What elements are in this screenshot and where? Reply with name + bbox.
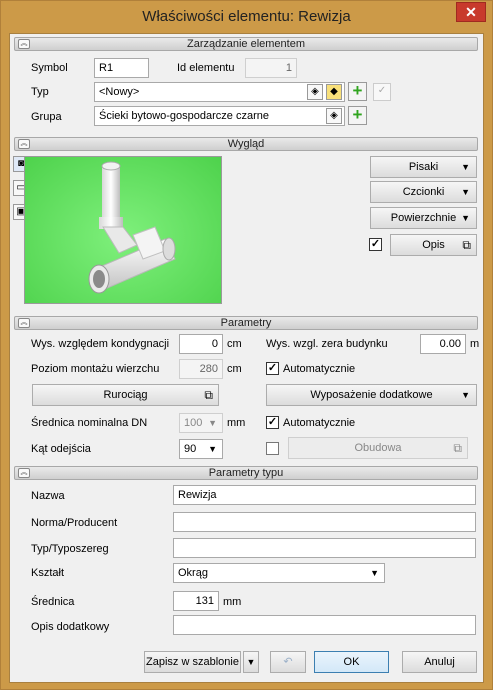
dialog-client: ︽ Zarządzanie elementem Symbol R1 Id elem… — [9, 33, 484, 683]
open-dialog-icon: ⧉ — [204, 388, 213, 402]
dropdown-arrow-icon: ▼ — [208, 418, 217, 428]
typoszereg-input[interactable] — [173, 538, 476, 558]
zapisz-button[interactable]: Zapisz w szablonie — [144, 651, 241, 673]
wys-zera-input[interactable]: 0.00 — [420, 334, 466, 354]
dropdown-arrow-icon: ▼ — [461, 390, 470, 400]
ok-button[interactable]: OK — [314, 651, 389, 673]
wys-kond-input[interactable]: 0 — [179, 334, 223, 354]
poziom-label: Poziom montażu wierzchu — [31, 363, 160, 375]
chevron-up-icon: ︽ — [18, 318, 30, 328]
auto1-checkbox[interactable]: ✓ — [266, 362, 279, 375]
auto2-label: Automatycznie — [283, 417, 356, 429]
norma-label: Norma/Producent — [31, 517, 118, 529]
nazwa-input[interactable]: Rewizja — [173, 485, 476, 505]
section-appearance-header[interactable]: ︽ Wygląd — [14, 137, 478, 151]
srednica-unit: mm — [223, 596, 242, 608]
kat-label: Kąt odejścia — [31, 443, 91, 455]
ksztalt-label: Kształt — [31, 567, 65, 579]
typ-label: Typ — [31, 86, 49, 98]
wys-zera-unit: m — [470, 338, 480, 350]
wys-kond-label: Wys. względem kondygnacji — [31, 338, 170, 350]
wys-zera-label: Wys. wzgl. zera budynku — [266, 338, 388, 350]
open-dialog-icon: ⧉ — [462, 238, 471, 252]
undo-icon: ↶ — [283, 656, 293, 668]
color-icon[interactable]: ◈ — [307, 84, 323, 100]
open-dialog-icon: ⧉ — [453, 441, 462, 455]
norma-input[interactable] — [173, 512, 476, 532]
srednica-dn-select: 100 ▼ — [179, 413, 223, 433]
poziom-input: 280 — [179, 359, 223, 379]
dropdown-arrow-icon: ▼ — [370, 568, 379, 578]
obudowa-button: Obudowa ⧉ — [288, 437, 468, 459]
chevron-up-icon: ︽ — [18, 468, 30, 478]
nazwa-label: Nazwa — [31, 490, 65, 502]
srednica-label: Średnica — [31, 596, 75, 608]
opis-dod-input[interactable] — [173, 615, 476, 635]
srednica-dn-unit: mm — [227, 417, 246, 429]
symbol-input[interactable]: R1 — [94, 58, 149, 78]
symbol-label: Symbol — [31, 62, 68, 74]
undo-button: ↶ — [270, 651, 306, 673]
pipe-preview-image — [24, 156, 222, 304]
typoszereg-label: Typ/Typoszereg — [31, 543, 109, 555]
opis-dod-label: Opis dodatkowy — [31, 621, 110, 633]
dropdown-arrow-icon: ▼ — [461, 162, 470, 172]
close-icon: ✕ — [465, 4, 477, 20]
opis-button[interactable]: Opis ⧉ — [390, 234, 477, 256]
id-input: 1 — [245, 58, 297, 78]
grupa-label: Grupa — [31, 111, 62, 123]
dropdown-arrow-icon: ▼ — [461, 213, 470, 223]
opis-checkbox[interactable]: ✓ — [369, 238, 382, 251]
powierzchnie-button[interactable]: Powierzchnie ▼ — [370, 207, 477, 229]
rurociag-button[interactable]: Rurociąg ⧉ — [32, 384, 219, 406]
check-icon: ✓ — [373, 83, 391, 101]
pisaki-button[interactable]: Pisaki ▼ — [370, 156, 477, 178]
srednica-dn-label: Średnica nominalna DN — [31, 417, 148, 429]
anuluj-button[interactable]: Anuluj — [402, 651, 477, 673]
close-button[interactable]: ✕ — [456, 2, 486, 22]
wys-kond-unit: cm — [227, 338, 242, 350]
add-group-button[interactable]: + — [348, 106, 367, 125]
section-management-header[interactable]: ︽ Zarządzanie elementem — [14, 37, 478, 51]
wyposazenie-button[interactable]: Wyposażenie dodatkowe ▼ — [266, 384, 477, 406]
dialog-window: Właściwości elementu: Rewizja ✕ ︽ Zarządz… — [0, 0, 493, 690]
chevron-up-icon: ︽ — [18, 39, 30, 49]
auto1-label: Automatycznie — [283, 363, 356, 375]
dropdown-arrow-icon: ▼ — [208, 444, 217, 454]
section-parameters-header[interactable]: ︽ Parametry — [14, 316, 478, 330]
obudowa-checkbox[interactable] — [266, 442, 279, 455]
kat-select[interactable]: 90 ▼ — [179, 439, 223, 459]
srednica-input[interactable]: 131 — [173, 591, 219, 611]
dropdown-arrow-icon: ▼ — [246, 657, 256, 667]
chevron-up-icon: ︽ — [18, 139, 30, 149]
auto2-checkbox[interactable]: ✓ — [266, 416, 279, 429]
window-title: Właściwości elementu: Rewizja — [142, 8, 351, 25]
id-label: Id elementu — [177, 62, 235, 74]
add-icon: + — [352, 105, 363, 124]
dropdown-arrow-icon: ▼ — [461, 187, 470, 197]
color-icon[interactable]: ◆ — [326, 84, 342, 100]
add-icon: + — [352, 81, 363, 100]
color-icon[interactable]: ◈ — [326, 108, 342, 124]
zapisz-dropdown-button[interactable]: ▼ — [243, 651, 259, 673]
czcionki-button[interactable]: Czcionki ▼ — [370, 181, 477, 203]
ksztalt-select[interactable]: Okrąg ▼ — [173, 563, 385, 583]
add-type-button[interactable]: + — [348, 82, 367, 101]
poziom-unit: cm — [227, 363, 242, 375]
section-type-params-header[interactable]: ︽ Parametry typu — [14, 466, 478, 480]
grupa-input[interactable]: Ścieki bytowo-gospodarcze czarne — [94, 106, 345, 126]
